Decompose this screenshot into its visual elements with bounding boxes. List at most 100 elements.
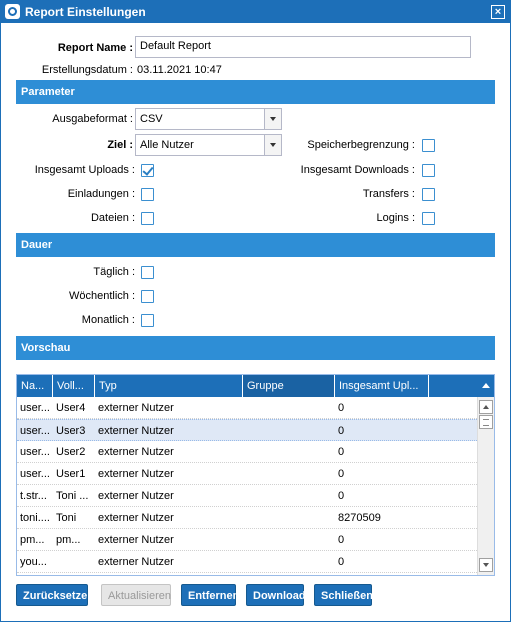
chevron-down-icon[interactable] [264,109,281,129]
cell-group [243,529,335,551]
preview-section-header: Vorschau [16,336,495,360]
cell-total-uploads: 0 [338,425,345,437]
table-row[interactable]: toni.... Toni externer Nutzer 8270509 [17,507,477,529]
grid-scrollbar[interactable] [477,397,494,575]
daily-checkbox[interactable] [141,266,154,279]
cell-fullname: User1 [56,468,86,480]
cell-total-uploads: 0 [338,490,345,502]
refresh-button[interactable]: Aktualisieren [101,584,171,606]
cell-group [243,420,335,442]
total-uploads-label: Insgesamt Uploads : [34,164,135,176]
cell-total-uploads: 0 [338,468,345,480]
transfers-checkbox[interactable] [422,188,435,201]
duration-section-header: Dauer [16,233,495,257]
table-row[interactable]: pm... pm... externer Nutzer 0 [17,529,477,551]
storage-limit-label: Speicherbegrenzung : [307,139,415,151]
app-logo-icon [5,4,20,19]
close-icon[interactable]: × [491,5,505,19]
scroll-up-icon[interactable] [479,400,493,414]
target-value: Alle Nutzer [140,139,194,151]
cell-name: t.str... [20,490,47,502]
column-header-type[interactable]: Typ [95,375,243,397]
table-row[interactable]: user... User1 externer Nutzer 0 [17,463,477,485]
cell-fullname: User2 [56,446,86,458]
preview-grid: Na... Voll... Typ Gruppe Insgesamt Upl..… [16,374,495,576]
output-format-select[interactable]: CSV [135,108,282,130]
cell-group [243,463,335,485]
total-downloads-label: Insgesamt Downloads : [300,164,415,176]
column-header-fullname[interactable]: Voll... [53,375,95,397]
cell-total-uploads: 0 [338,402,345,414]
cell-group [243,551,335,573]
parameter-section-header: Parameter [16,80,495,104]
target-select[interactable]: Alle Nutzer [135,134,282,156]
cell-name: user... [20,468,50,480]
title-bar[interactable]: Report Einstellungen × [1,1,510,23]
column-header-name[interactable]: Na... [17,375,53,397]
storage-limit-checkbox[interactable] [422,139,435,152]
invitations-label: Einladungen : [67,188,135,200]
grid-header: Na... Voll... Typ Gruppe Insgesamt Upl..… [17,375,494,397]
daily-label: Täglich : [93,266,135,278]
created-date-value: 03.11.2021 10:47 [137,64,222,76]
cell-fullname: User3 [56,425,86,437]
files-checkbox[interactable] [141,212,154,225]
cell-fullname: User4 [56,402,86,414]
weekly-label: Wöchentlich : [68,290,135,302]
download-button[interactable]: Download [246,584,306,606]
cell-type: externer Nutzer [98,468,174,480]
table-row[interactable]: t.str... Toni ... externer Nutzer 0 [17,485,477,507]
table-row[interactable]: you... externer Nutzer 0 [17,551,477,573]
cell-total-uploads: 0 [338,556,345,568]
column-header-group[interactable]: Gruppe [243,375,335,397]
cell-group [243,397,335,419]
invitations-checkbox[interactable] [141,188,154,201]
cell-fullname [53,551,95,573]
cell-name: user... [20,425,50,437]
sort-ascending-icon[interactable] [477,375,494,397]
cell-total-uploads: 0 [338,446,345,458]
cell-type: externer Nutzer [98,446,174,458]
files-label: Dateien : [90,212,135,224]
close-button[interactable]: Schließen [314,584,373,606]
remove-button[interactable]: Entfernen [181,584,239,606]
cell-fullname: pm... [56,534,81,546]
cell-name: pm... [20,534,45,546]
cell-type: externer Nutzer [98,425,174,437]
total-downloads-checkbox[interactable] [422,164,435,177]
cell-fullname: Toni ... [56,490,89,502]
weekly-checkbox[interactable] [141,290,154,303]
scroll-down-icon[interactable] [479,558,493,572]
cell-type: externer Nutzer [98,402,174,414]
total-uploads-checkbox[interactable] [141,164,154,177]
cell-total-uploads: 8270509 [338,512,381,524]
cell-name: toni.... [20,512,50,524]
reset-button[interactable]: Zurücksetzen [16,584,94,606]
logins-checkbox[interactable] [422,212,435,225]
cell-group [243,507,335,529]
output-format-label: Ausgabeformat : [52,113,133,125]
target-label: Ziel : [107,139,133,151]
table-row[interactable]: user... User2 externer Nutzer 0 [17,441,477,463]
cell-name: you... [20,556,47,568]
monthly-checkbox[interactable] [141,314,154,327]
cell-name: user... [20,446,50,458]
cell-group [243,441,335,463]
output-format-value: CSV [140,113,163,125]
column-header-total-uploads[interactable]: Insgesamt Upl... [335,375,429,397]
table-row[interactable]: user... User3 externer Nutzer 0 [17,419,477,441]
cell-type: externer Nutzer [98,534,174,546]
report-settings-window: Report Einstellungen × Report Name : Def… [0,0,511,622]
cell-fullname: Toni [56,512,77,524]
cell-name: user... [20,402,50,414]
table-row[interactable]: user... User4 externer Nutzer 0 [17,397,477,419]
chevron-down-icon[interactable] [264,135,281,155]
logins-label: Logins : [376,212,415,224]
monthly-label: Monatlich : [81,314,135,326]
cell-type: externer Nutzer [98,490,174,502]
scroll-thumb[interactable] [479,415,493,429]
report-name-input[interactable]: Default Report [135,36,471,58]
report-name-label: Report Name : [57,42,133,54]
cell-type: externer Nutzer [98,556,174,568]
cell-total-uploads: 0 [338,534,345,546]
